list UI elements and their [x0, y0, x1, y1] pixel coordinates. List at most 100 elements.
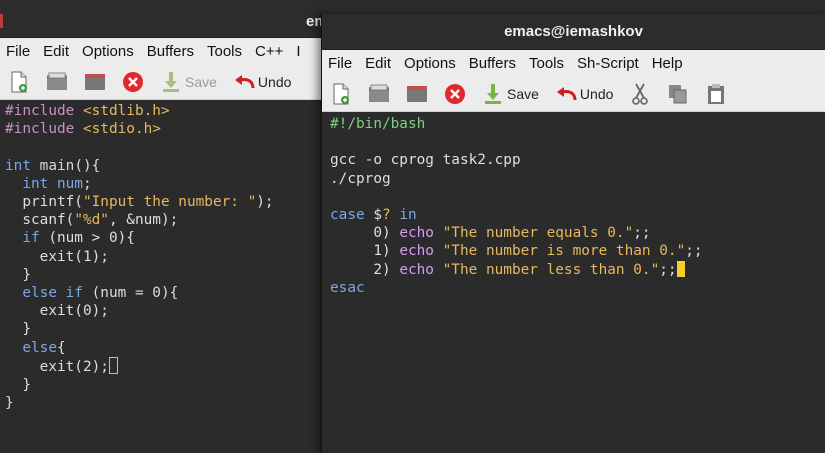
code-token: exit(0);	[5, 303, 109, 320]
front-close-buffer-button[interactable]	[444, 83, 466, 105]
code-token: );	[256, 194, 274, 211]
back-new-file-button[interactable]	[8, 71, 30, 93]
back-open-file-button[interactable]	[46, 71, 68, 93]
code-line: #include <stdlib.h>	[5, 102, 335, 120]
back-menu-tools[interactable]: Tools	[207, 43, 242, 60]
code-token: }	[5, 395, 14, 412]
new-file-icon	[8, 71, 30, 93]
back-save-button[interactable]: Save	[160, 71, 217, 93]
code-token: <stdio.h>	[82, 121, 161, 138]
code-token: }	[5, 377, 31, 394]
save-arrow-icon	[482, 83, 504, 105]
code-token: ;;	[659, 261, 677, 278]
back-dired-button[interactable]	[84, 71, 106, 93]
front-emacs-window[interactable]: emacs@iemashkov File Edit Options Buffer…	[321, 14, 825, 453]
code-token: "Input the number: "	[82, 194, 257, 211]
code-line: scanf("%d", &num);	[5, 211, 335, 229]
back-undo-button[interactable]: Undo	[233, 71, 291, 93]
open-folder-icon	[368, 83, 390, 105]
back-menu-options[interactable]: Options	[82, 43, 134, 60]
code-line: }	[5, 266, 335, 284]
close-icon	[122, 71, 144, 93]
front-paste-button[interactable]	[705, 83, 727, 105]
code-token: esac	[330, 279, 365, 296]
front-code-editor[interactable]: #!/bin/bash gcc -o cprog task2.cpp ./cpro…	[322, 112, 825, 297]
back-close-buffer-button[interactable]	[122, 71, 144, 93]
code-token: exit(2);	[5, 358, 109, 375]
back-save-label: Save	[185, 73, 217, 90]
code-token: echo	[399, 243, 434, 260]
save-arrow-icon	[160, 71, 182, 93]
code-line: }	[5, 320, 335, 338]
code-line: else{	[5, 339, 335, 357]
code-token: in	[399, 207, 417, 224]
front-save-button[interactable]: Save	[482, 83, 539, 105]
code-token: if	[22, 230, 40, 247]
code-token: #include	[5, 121, 83, 138]
front-window-titlebar[interactable]: emacs@iemashkov	[322, 14, 825, 50]
code-token: (){	[74, 157, 101, 174]
front-cut-button[interactable]	[629, 83, 651, 105]
front-menu-tools[interactable]: Tools	[529, 55, 564, 72]
code-token: case	[330, 207, 365, 224]
back-emacs-window[interactable]: em File Edit Options Buffers Tools C++ I	[0, 0, 335, 453]
code-token: ?	[381, 207, 391, 224]
front-open-file-button[interactable]	[368, 83, 390, 105]
code-token: else	[22, 339, 57, 356]
code-line: 2) echo "The number less than 0.";;	[330, 260, 825, 279]
code-line: printf("Input the number: ");	[5, 193, 335, 211]
undo-icon	[555, 83, 577, 105]
new-file-icon	[330, 83, 352, 105]
back-menu-file[interactable]: File	[6, 43, 30, 60]
undo-icon	[233, 71, 255, 93]
folder-icon	[406, 83, 428, 105]
back-menu-edit[interactable]: Edit	[43, 43, 69, 60]
front-copy-button[interactable]	[667, 83, 689, 105]
code-line: #!/bin/bash	[330, 115, 825, 133]
code-token: scanf(	[5, 212, 75, 229]
open-folder-icon	[46, 71, 68, 93]
back-menu-more[interactable]: I	[296, 43, 300, 60]
front-save-label: Save	[507, 85, 539, 102]
clipboard-icon	[705, 83, 727, 105]
code-token: num	[56, 175, 83, 192]
front-toolbar: Save Undo	[322, 76, 825, 112]
code-token: , &num);	[108, 212, 179, 229]
code-token: }	[5, 321, 31, 338]
back-undo-label: Undo	[257, 73, 292, 90]
code-token: int	[22, 175, 57, 192]
code-line: 1) echo "The number is more than 0.";;	[330, 242, 825, 260]
code-token: "The number equals 0."	[442, 225, 634, 242]
front-menu-buffers[interactable]: Buffers	[469, 55, 516, 72]
back-window-titlebar[interactable]: em	[0, 0, 335, 38]
code-token: }	[5, 266, 31, 283]
code-line: gcc -o cprog task2.cpp	[330, 151, 825, 169]
back-menu-cpp[interactable]: C++	[255, 43, 283, 60]
front-new-file-button[interactable]	[330, 83, 352, 105]
front-menu-options[interactable]: Options	[404, 55, 456, 72]
back-code-editor[interactable]: #include <stdlib.h> #include <stdio.h> in…	[0, 100, 335, 412]
code-token: "%d"	[74, 212, 109, 229]
front-menu-file[interactable]: File	[328, 55, 352, 72]
front-dired-button[interactable]	[406, 83, 428, 105]
code-token: ;;	[633, 225, 651, 242]
code-token: gcc -o cprog task2.cpp	[330, 152, 521, 169]
front-menu-edit[interactable]: Edit	[365, 55, 391, 72]
text-cursor	[676, 260, 685, 277]
code-line: ./cprog	[330, 170, 825, 188]
front-undo-button[interactable]: Undo	[555, 83, 613, 105]
front-menu-sh-script[interactable]: Sh-Script	[577, 55, 639, 72]
front-menu-help[interactable]: Help	[652, 55, 683, 72]
window-edge-accent	[0, 14, 3, 28]
code-line: exit(1);	[5, 248, 335, 266]
front-menubar: File Edit Options Buffers Tools Sh-Scrip…	[322, 50, 825, 76]
back-menu-buffers[interactable]: Buffers	[147, 43, 194, 60]
close-icon	[444, 83, 466, 105]
code-line: exit(0);	[5, 302, 335, 320]
